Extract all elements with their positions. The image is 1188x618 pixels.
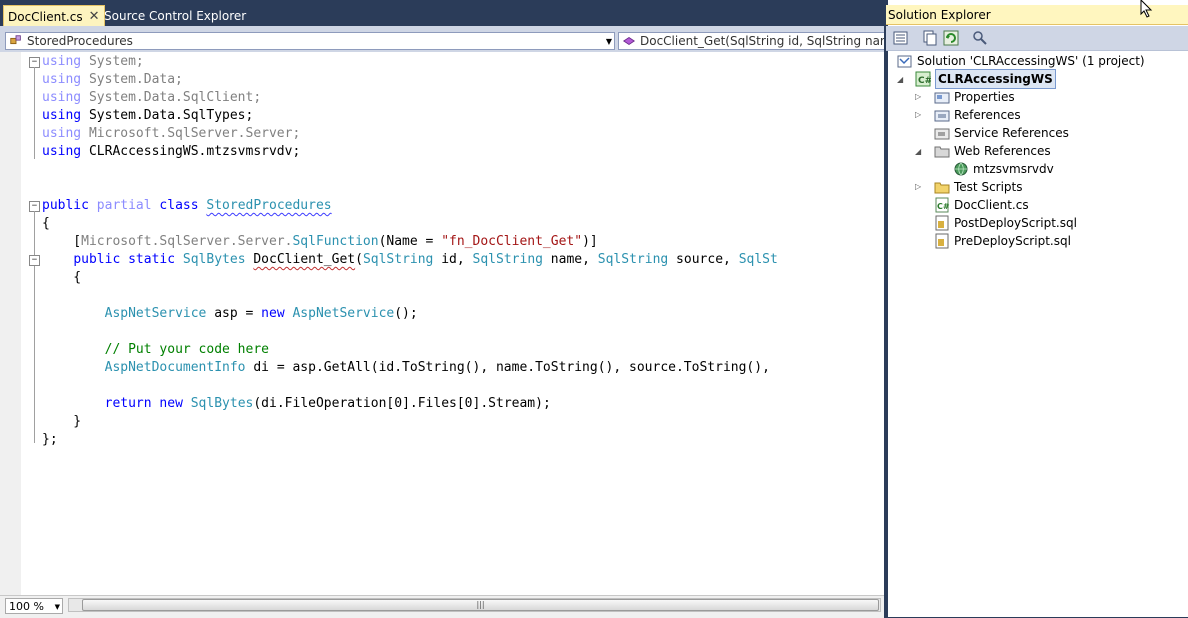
service-references-icon bbox=[934, 128, 950, 140]
project-node[interactable]: C# CLRAccessingWS bbox=[915, 69, 1056, 89]
grip-icon: ||| bbox=[476, 600, 485, 609]
tree-item-service-references[interactable]: Service References bbox=[934, 124, 1069, 142]
code-line: using CLRAccessingWS.mtzsvmsrvdv; bbox=[42, 144, 301, 159]
outline-guide bbox=[34, 67, 35, 159]
member-combo[interactable]: DocClient_Get(SqlString id, SqlString na… bbox=[618, 32, 884, 50]
tree-item-label: References bbox=[954, 108, 1021, 122]
tree-item-label: Test Scripts bbox=[954, 180, 1023, 194]
code-line: public partial class StoredProcedures bbox=[42, 198, 332, 213]
code-line: // Put your code here bbox=[104, 342, 269, 357]
method-icon bbox=[622, 36, 636, 46]
tree-item-references[interactable]: References bbox=[934, 106, 1021, 124]
type-combo[interactable]: StoredProcedures ▼ bbox=[5, 32, 615, 50]
expand-arrow-icon[interactable]: ▷ bbox=[915, 182, 921, 191]
tree-item-test-scripts[interactable]: Test Scripts bbox=[934, 178, 1023, 196]
tree-item-web-reference[interactable]: mtzsvmsrvdv bbox=[953, 160, 1054, 178]
code-line: [Microsoft.SqlServer.Server.SqlFunction(… bbox=[42, 234, 598, 249]
class-icon bbox=[10, 35, 21, 45]
collapse-icon[interactable]: − bbox=[29, 255, 40, 266]
tree-item-label: DocClient.cs bbox=[954, 198, 1029, 212]
code-line: AspNetDocumentInfo di = asp.GetAll(id.To… bbox=[104, 360, 770, 375]
references-icon bbox=[934, 110, 950, 122]
code-line: { bbox=[42, 270, 82, 285]
tree-item-label: Properties bbox=[954, 90, 1015, 104]
solution-label: Solution 'CLRAccessingWS' (1 project) bbox=[917, 54, 1145, 68]
folder-icon bbox=[934, 182, 950, 194]
sql-script-icon bbox=[935, 215, 949, 231]
expand-arrow-icon[interactable]: ▷ bbox=[915, 110, 921, 119]
tab-docclient-label: DocClient.cs bbox=[8, 9, 83, 24]
csharp-file-icon: C# bbox=[935, 197, 950, 213]
chevron-down-icon: ▼ bbox=[605, 37, 612, 46]
mouse-cursor-icon bbox=[1140, 0, 1153, 18]
zoom-combo[interactable]: 100 % ▼ bbox=[5, 598, 63, 614]
tree-item-label: Service References bbox=[954, 126, 1069, 140]
code-line: AspNetService asp = new AspNetService(); bbox=[104, 306, 418, 321]
sql-script-icon bbox=[935, 233, 949, 249]
collapse-arrow-icon[interactable]: ◢ bbox=[897, 75, 903, 84]
code-line: return new SqlBytes(di.FileOperation[0].… bbox=[104, 396, 551, 411]
code-line: using System.Data.SqlClient; bbox=[42, 90, 262, 105]
csharp-project-icon: C# bbox=[915, 71, 931, 87]
tree-item-web-references[interactable]: Web References bbox=[934, 142, 1051, 160]
tree-item-properties[interactable]: Properties bbox=[934, 88, 1015, 106]
code-line: }; bbox=[42, 432, 58, 447]
code-line: public static SqlBytes DocClient_Get(Sql… bbox=[73, 252, 778, 267]
code-line: using System.Data.SqlTypes; bbox=[42, 108, 254, 123]
tree-item-label: PostDeployScript.sql bbox=[954, 216, 1077, 230]
code-line: { bbox=[42, 216, 50, 231]
close-icon[interactable]: ✕ bbox=[89, 9, 100, 24]
show-all-files-icon[interactable] bbox=[922, 30, 938, 46]
outline-guide bbox=[34, 211, 35, 443]
refresh-icon[interactable] bbox=[943, 30, 959, 46]
properties-folder-icon bbox=[934, 92, 950, 104]
folder-open-icon bbox=[934, 146, 950, 158]
web-reference-globe-icon bbox=[954, 162, 968, 176]
expand-arrow-icon[interactable]: ▷ bbox=[915, 92, 921, 101]
tree-item-docclient[interactable]: C# DocClient.cs bbox=[934, 196, 1029, 214]
properties-icon[interactable] bbox=[893, 30, 909, 46]
tree-item-predeploy[interactable]: PreDeployScript.sql bbox=[934, 232, 1071, 250]
view-class-diagram-icon[interactable] bbox=[972, 30, 988, 46]
indicator-margin bbox=[0, 52, 21, 595]
svg-text:C#: C# bbox=[918, 76, 931, 86]
collapse-arrow-icon[interactable]: ◢ bbox=[915, 147, 921, 156]
solution-node[interactable]: Solution 'CLRAccessingWS' (1 project) bbox=[897, 52, 1145, 70]
solution-icon bbox=[897, 55, 912, 68]
tab-source-control-explorer[interactable]: Source Control Explorer bbox=[104, 9, 246, 23]
tree-item-label: Web References bbox=[954, 144, 1051, 158]
code-line: using Microsoft.SqlServer.Server; bbox=[42, 126, 301, 141]
svg-text:C#: C# bbox=[937, 202, 950, 211]
tree-item-label: mtzsvmsrvdv bbox=[973, 162, 1054, 176]
code-line: using System; bbox=[42, 54, 144, 69]
type-combo-value: StoredProcedures bbox=[27, 34, 133, 48]
scrollbar-thumb[interactable]: ||| bbox=[82, 599, 879, 611]
tab-docclient[interactable]: DocClient.cs ✕ bbox=[3, 5, 105, 27]
tree-item-label: PreDeployScript.sql bbox=[954, 234, 1071, 248]
member-combo-value: DocClient_Get(SqlString id, SqlString na… bbox=[640, 34, 884, 48]
project-label: CLRAccessingWS bbox=[935, 69, 1056, 89]
zoom-value: 100 % bbox=[9, 600, 44, 613]
tree-item-postdeploy[interactable]: PostDeployScript.sql bbox=[934, 214, 1077, 232]
solution-explorer-panel bbox=[886, 0, 1188, 617]
chevron-down-icon: ▼ bbox=[54, 603, 60, 611]
code-line: } bbox=[42, 414, 82, 429]
code-line: using System.Data; bbox=[42, 72, 183, 87]
